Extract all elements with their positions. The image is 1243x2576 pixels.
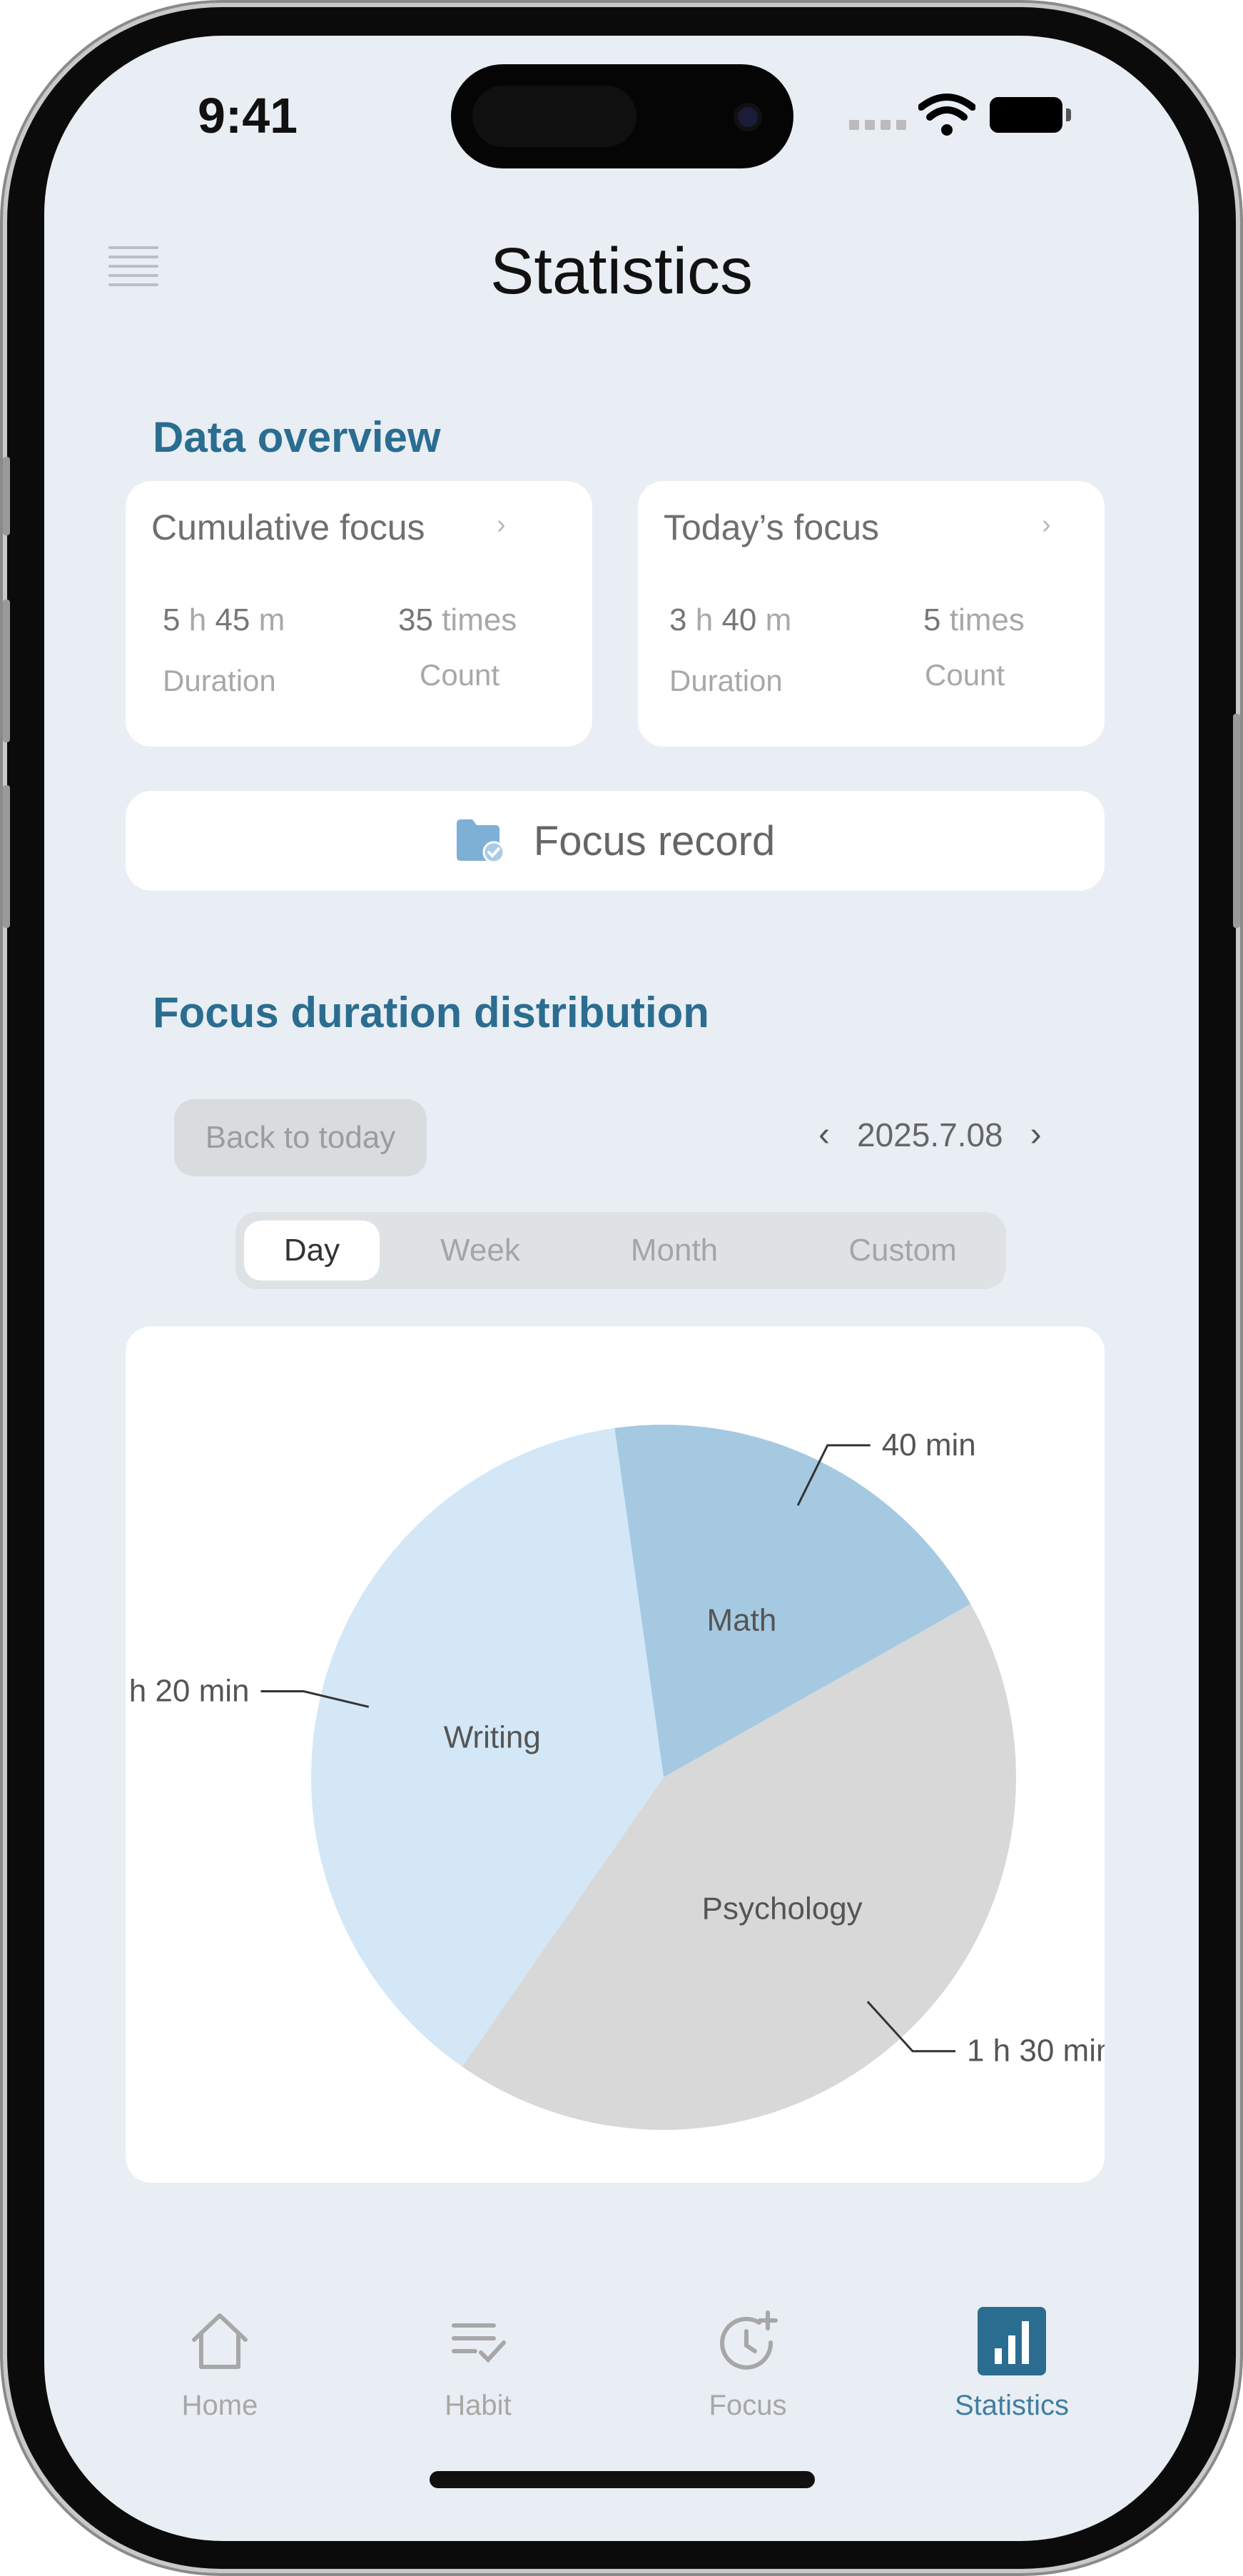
focus-record-label: Focus record <box>533 817 776 864</box>
focus-record-button[interactable]: Focus record <box>126 791 1105 891</box>
folder-check-icon <box>456 819 505 864</box>
page-title: Statistics <box>489 235 754 308</box>
pie-slice-value: 40 min <box>882 1428 976 1463</box>
count-label: Count <box>420 658 500 692</box>
signal-icon <box>849 120 906 130</box>
habit-icon <box>442 2305 514 2377</box>
card-title: Cumulative focus <box>151 507 425 547</box>
chevron-right-icon: › <box>497 510 506 540</box>
status-time: 9:41 <box>198 88 298 143</box>
camera-icon <box>734 103 762 131</box>
section-title-distribution: Focus duration distribution <box>153 989 709 1036</box>
tab-label: Statistics <box>954 2390 1070 2421</box>
duration-value: 3 h 40 m <box>669 602 792 637</box>
pie-slice-name: Psychology <box>702 1891 863 1926</box>
tab-focus[interactable]: Focus <box>662 2305 833 2448</box>
card-title: Today’s focus <box>664 507 880 547</box>
back-to-today-button[interactable]: Back to today <box>174 1099 427 1176</box>
duration-value: 5 h 45 m <box>163 602 285 637</box>
pie-slice-value: 1 h 30 min <box>967 2034 1105 2069</box>
phone-side-button <box>1233 714 1240 928</box>
count-value: 5 times <box>923 602 1025 637</box>
tab-home[interactable]: Home <box>134 2305 305 2448</box>
focus-icon <box>712 2305 783 2377</box>
date-navigator: ‹ 2025.7.08 › <box>818 1115 1042 1154</box>
tab-label: Habit <box>445 2390 512 2421</box>
phone-side-button <box>3 785 10 928</box>
segment-month[interactable]: Month <box>607 1212 742 1289</box>
battery-icon <box>990 97 1071 133</box>
duration-label: Duration <box>163 664 276 697</box>
statistics-icon <box>976 2305 1047 2377</box>
tab-statistics[interactable]: Statistics <box>926 2305 1097 2448</box>
chevron-right-icon: › <box>1042 510 1051 540</box>
chevron-left-icon[interactable]: ‹ <box>818 1115 830 1154</box>
tab-label: Focus <box>709 2390 787 2421</box>
section-title-overview: Data overview <box>153 413 441 461</box>
face-sensor <box>472 86 636 147</box>
segment-week[interactable]: Week <box>412 1212 548 1289</box>
pie-slice-name: Math <box>706 1603 776 1638</box>
period-segmented-control: Day Week Month Custom <box>235 1212 1006 1289</box>
wifi-icon <box>918 94 975 136</box>
chevron-right-icon[interactable]: › <box>1030 1115 1042 1154</box>
duration-label: Duration <box>669 664 783 697</box>
phone-side-button <box>3 457 10 535</box>
pie-chart-card: Math 40 min Psychology 1 h 30 min Writing 1 h… <box>126 1326 1105 2183</box>
current-date: 2025.7.08 <box>856 1116 1003 1153</box>
app-screen: 9:41 Statistics Data overview Cumulative… <box>44 36 1199 2541</box>
phone-side-button <box>3 600 10 742</box>
home-indicator[interactable] <box>430 2471 815 2488</box>
count-value: 35 times <box>398 602 517 637</box>
tab-label: Home <box>181 2390 258 2421</box>
segment-custom[interactable]: Custom <box>821 1212 985 1289</box>
segment-day[interactable]: Day <box>244 1221 380 1281</box>
dynamic-island <box>451 64 793 168</box>
todays-focus-card[interactable]: Today’s focus › 3 h 40 m Duration 5 time… <box>638 481 1105 747</box>
cumulative-focus-card[interactable]: Cumulative focus › 5 h 45 m Duration 35 … <box>126 481 592 747</box>
pie-slice-name: Writing <box>444 1720 541 1755</box>
tab-habit[interactable]: Habit <box>392 2305 564 2448</box>
pie-chart: Math 40 min Psychology 1 h 30 min Writing 1 h… <box>126 1425 1105 2130</box>
pie-slice-value: 1 h 20 min <box>126 1674 249 1709</box>
count-label: Count <box>925 658 1005 692</box>
home-icon <box>184 2305 255 2377</box>
